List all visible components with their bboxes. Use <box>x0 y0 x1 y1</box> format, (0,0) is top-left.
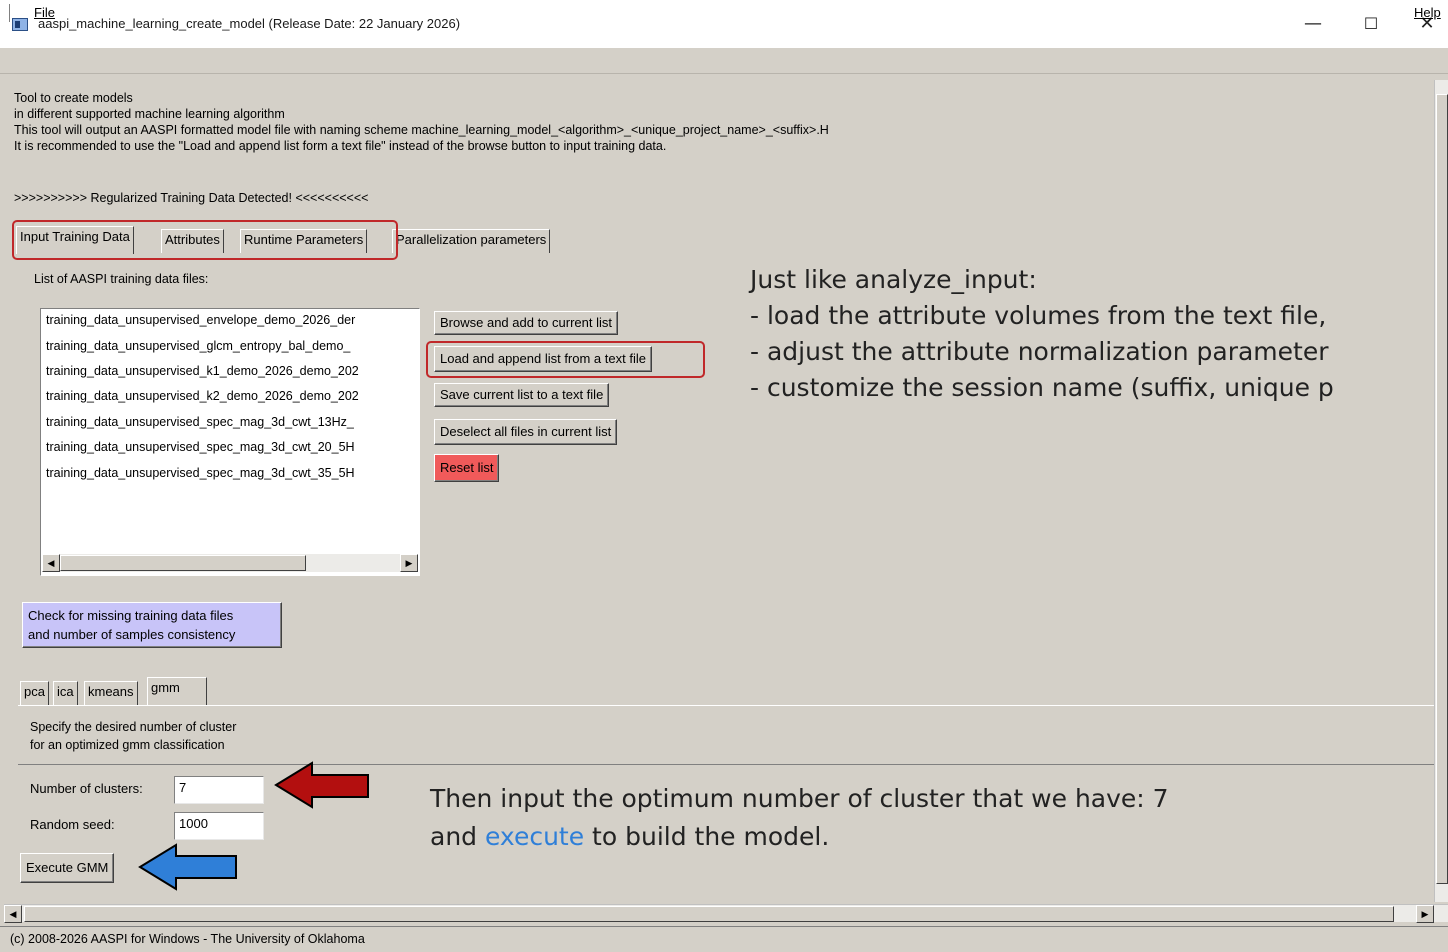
clusters-input[interactable]: 7 <box>174 776 264 804</box>
random-seed-label: Random seed: <box>30 817 115 832</box>
menu-grip-icon <box>6 4 10 22</box>
save-list-button[interactable]: Save current list to a text file <box>434 383 610 407</box>
execute-highlight-text: execute <box>484 822 585 851</box>
annotation-line: - adjust the attribute normalization par… <box>750 337 1329 366</box>
tabs-highlight-box <box>12 220 398 260</box>
annotation-bottom: Then input the optimum number of cluster… <box>430 780 1169 856</box>
check-missing-files-button[interactable]: Check for missing training data files an… <box>22 602 282 648</box>
maximize-button[interactable]: ☐ <box>1348 8 1394 40</box>
app-icon <box>12 18 28 31</box>
tab-parallelization-parameters[interactable]: Parallelization parameters <box>392 229 551 253</box>
scroll-left-icon[interactable]: ◀ <box>42 554 60 572</box>
vertical-scroll-thumb[interactable] <box>1436 94 1448 884</box>
tab-kmeans[interactable]: kmeans <box>84 681 138 705</box>
list-item[interactable]: training_data_unsupervised_spec_mag_3d_c… <box>46 440 355 454</box>
clusters-label: Number of clusters: <box>30 781 143 796</box>
description-line: This tool will output an AASPI formatted… <box>14 123 829 137</box>
divider <box>18 764 1434 765</box>
annotation-line: Then input the optimum number of cluster… <box>430 784 1169 813</box>
tab-gmm[interactable]: gmm <box>147 677 207 705</box>
vertical-scrollbar[interactable] <box>1434 80 1448 902</box>
list-item[interactable]: training_data_unsupervised_glcm_entropy_… <box>46 339 350 353</box>
gmm-description: Specify the desired number of cluster fo… <box>30 718 236 754</box>
tool-description: Tool to create models in different suppo… <box>14 90 829 154</box>
description-line: Tool to create models <box>14 91 133 105</box>
gmm-description-line: for an optimized gmm classification <box>30 738 225 752</box>
annotation-line: Just like analyze_input: <box>750 265 1037 294</box>
menu-bar <box>0 48 1448 74</box>
algo-panel-border <box>18 705 1434 706</box>
blue-arrow-icon <box>138 843 237 891</box>
description-line: in different supported machine learning … <box>14 107 285 121</box>
list-item[interactable]: training_data_unsupervised_spec_mag_3d_c… <box>46 466 355 480</box>
annotation-line: and execute to build the model. <box>430 818 1169 856</box>
menu-file[interactable]: File <box>34 5 55 20</box>
gmm-description-line: Specify the desired number of cluster <box>30 720 237 734</box>
list-item[interactable]: training_data_unsupervised_envelope_demo… <box>46 313 355 327</box>
training-file-listbox[interactable]: training_data_unsupervised_envelope_demo… <box>40 308 420 576</box>
list-item[interactable]: training_data_unsupervised_spec_mag_3d_c… <box>46 415 354 429</box>
menu-help[interactable]: Help <box>1414 5 1441 20</box>
scroll-right-icon[interactable]: ▶ <box>400 554 418 572</box>
deselect-all-button[interactable]: Deselect all files in current list <box>434 419 618 445</box>
reset-list-button[interactable]: Reset list <box>434 454 500 482</box>
browse-add-button[interactable]: Browse and add to current list <box>434 311 618 335</box>
horizontal-scrollbar[interactable]: ◀ ▶ <box>4 904 1448 923</box>
description-line: It is recommended to use the "Load and a… <box>14 139 667 153</box>
scroll-left-icon[interactable]: ◀ <box>4 905 22 923</box>
training-list-heading: List of AASPI training data files: <box>34 272 209 286</box>
annotation-text: and <box>430 822 485 851</box>
check-button-line: and number of samples consistency <box>28 627 236 642</box>
minimize-button[interactable]: — <box>1290 8 1336 40</box>
status-bar: (c) 2008-2026 AASPI for Windows - The Un… <box>0 926 1448 952</box>
random-seed-input[interactable]: 1000 <box>174 812 264 840</box>
tab-pca[interactable]: pca <box>20 681 49 705</box>
annotation-line: - customize the session name (suffix, un… <box>750 373 1334 402</box>
scroll-right-icon[interactable]: ▶ <box>1416 905 1434 923</box>
tab-ica[interactable]: ica <box>53 681 78 705</box>
window-title: aaspi_machine_learning_create_model (Rel… <box>38 16 461 31</box>
regularized-data-banner: >>>>>>>>>> Regularized Training Data Det… <box>14 191 369 205</box>
check-button-line: Check for missing training data files <box>28 608 234 623</box>
list-item[interactable]: training_data_unsupervised_k1_demo_2026_… <box>46 364 359 378</box>
annotation-top: Just like analyze_input: - load the attr… <box>750 262 1334 406</box>
horizontal-scroll-thumb[interactable] <box>24 906 1394 922</box>
annotation-text: to build the model. <box>584 822 830 851</box>
red-arrow-icon <box>274 761 369 809</box>
list-horizontal-scrollbar[interactable]: ◀ ▶ <box>42 554 418 572</box>
scroll-thumb[interactable] <box>60 555 306 571</box>
execute-gmm-button[interactable]: Execute GMM <box>20 853 115 883</box>
status-text: (c) 2008-2026 AASPI for Windows - The Un… <box>10 932 365 946</box>
annotation-line: - load the attribute volumes from the te… <box>750 301 1327 330</box>
list-item[interactable]: training_data_unsupervised_k2_demo_2026_… <box>46 389 359 403</box>
load-highlight-box <box>426 341 705 378</box>
